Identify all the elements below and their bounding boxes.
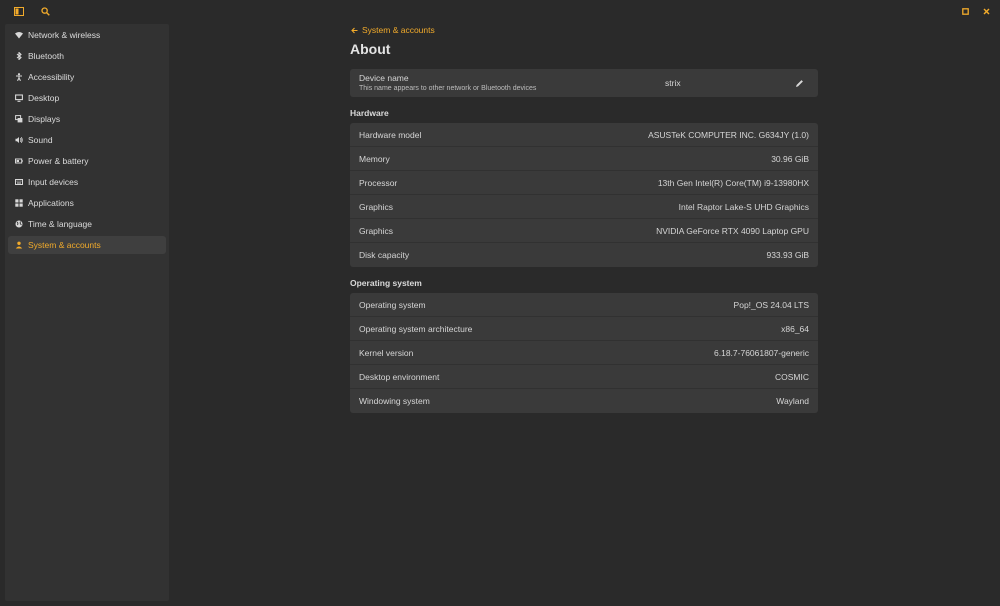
desktop-icon	[14, 94, 23, 103]
close-icon[interactable]	[981, 6, 991, 16]
row-value: Intel Raptor Lake-S UHD Graphics	[678, 201, 809, 212]
row-label: Disk capacity	[359, 250, 410, 260]
row-value: 6.18.7-76061807-generic	[714, 347, 809, 358]
sidebar-item-time-language[interactable]: Time & language	[8, 215, 166, 233]
row-label: Hardware model	[359, 129, 422, 140]
os-row-name: Operating system Pop!_OS 24.04 LTS	[350, 293, 818, 317]
sidebar-item-label: Applications	[28, 198, 74, 208]
sidebar-item-label: Bluetooth	[28, 51, 64, 61]
row-value: Wayland	[776, 396, 809, 406]
hardware-row-graphics-1: Graphics Intel Raptor Lake-S UHD Graphics	[350, 195, 818, 219]
row-value: 13th Gen Intel(R) Core(TM) i9-13980HX	[657, 177, 809, 188]
arrow-left-icon	[351, 27, 358, 33]
row-value: NVIDIA GeForce RTX 4090 Laptop GPU	[656, 225, 809, 236]
row-value: Pop!_OS 24.04 LTS	[733, 299, 809, 310]
hardware-row-model: Hardware model ASUSTeK COMPUTER INC. G634…	[350, 123, 818, 147]
row-label: Graphics	[359, 201, 394, 212]
wifi-icon	[14, 31, 23, 40]
sidebar-item-label: Time & language	[28, 219, 92, 229]
keyboard-icon	[14, 178, 23, 187]
hardware-row-processor: Processor 13th Gen Intel(R) Core(TM) i9-1…	[350, 171, 818, 195]
globe-icon	[14, 220, 23, 229]
sidebar-item-label: Accessibility	[28, 72, 75, 82]
sidebar-item-network[interactable]: Network & wireless	[8, 26, 166, 44]
row-label: Processor	[359, 177, 398, 188]
row-label: Memory	[359, 153, 390, 164]
device-name-description: This name appears to other network or Bl…	[359, 85, 537, 92]
search-icon[interactable]	[40, 6, 50, 16]
row-value: x86_64	[781, 323, 809, 334]
row-value: ASUSTeK COMPUTER INC. G634JY (1.0)	[648, 129, 809, 140]
displays-icon	[14, 115, 23, 124]
os-row-architecture: Operating system architecture x86_64	[350, 317, 818, 341]
row-label: Kernel version	[359, 347, 414, 358]
sidebar-item-label: Input devices	[28, 177, 79, 187]
device-name-card: Device name This name appears to other n…	[350, 69, 818, 97]
row-label: Operating system	[359, 299, 426, 310]
os-card: Operating system Pop!_OS 24.04 LTS Operat…	[350, 293, 818, 413]
sidebar-item-label: Network & wireless	[28, 30, 101, 40]
row-value: COSMIC	[775, 371, 809, 382]
sidebar-toggle-icon[interactable]	[14, 6, 24, 16]
back-link-label: System & accounts	[362, 25, 435, 35]
row-label: Operating system architecture	[359, 323, 473, 334]
sidebar-item-label: System & accounts	[28, 240, 101, 250]
os-row-kernel: Kernel version 6.18.7-76061807-generic	[350, 341, 818, 365]
bluetooth-icon	[14, 52, 23, 61]
row-label: Graphics	[359, 225, 394, 236]
page-title: About	[350, 41, 391, 57]
device-name-value: strix	[665, 78, 681, 88]
row-value: 30.96 GiB	[771, 153, 809, 164]
sidebar: Network & wireless Bluetooth Accessibili…	[5, 24, 169, 601]
maximize-icon[interactable]	[960, 6, 970, 16]
row-value: 933.93 GiB	[766, 250, 809, 260]
sidebar-item-label: Desktop	[28, 93, 60, 103]
header-bar	[0, 0, 1000, 22]
sidebar-item-system-accounts[interactable]: System & accounts	[8, 236, 166, 254]
row-label: Desktop environment	[359, 371, 440, 382]
apps-icon	[14, 199, 23, 208]
hardware-card: Hardware model ASUSTeK COMPUTER INC. G634…	[350, 123, 818, 267]
sidebar-item-power[interactable]: Power & battery	[8, 152, 166, 170]
hardware-section-title: Hardware	[350, 108, 389, 118]
hardware-row-memory: Memory 30.96 GiB	[350, 147, 818, 171]
sidebar-item-applications[interactable]: Applications	[8, 194, 166, 212]
os-section-title: Operating system	[350, 278, 422, 288]
back-link[interactable]: System & accounts	[351, 24, 435, 36]
sound-icon	[14, 136, 23, 145]
os-row-windowing: Windowing system Wayland	[350, 389, 818, 413]
user-icon	[14, 241, 23, 250]
sidebar-item-desktop[interactable]: Desktop	[8, 89, 166, 107]
sidebar-item-label: Displays	[28, 114, 61, 124]
edit-icon[interactable]	[794, 78, 804, 88]
sidebar-item-displays[interactable]: Displays	[8, 110, 166, 128]
os-row-desktop: Desktop environment COSMIC	[350, 365, 818, 389]
sidebar-item-sound[interactable]: Sound	[8, 131, 166, 149]
hardware-row-graphics-2: Graphics NVIDIA GeForce RTX 4090 Laptop G…	[350, 219, 818, 243]
battery-icon	[14, 157, 23, 166]
device-name-label: Device name	[359, 73, 409, 83]
sidebar-item-input[interactable]: Input devices	[8, 173, 166, 191]
row-label: Windowing system	[359, 396, 430, 406]
hardware-row-disk: Disk capacity 933.93 GiB	[350, 243, 818, 267]
sidebar-item-bluetooth[interactable]: Bluetooth	[8, 47, 166, 65]
accessibility-icon	[14, 73, 23, 82]
sidebar-item-label: Sound	[28, 135, 53, 145]
sidebar-item-accessibility[interactable]: Accessibility	[8, 68, 166, 86]
sidebar-item-label: Power & battery	[28, 156, 89, 166]
